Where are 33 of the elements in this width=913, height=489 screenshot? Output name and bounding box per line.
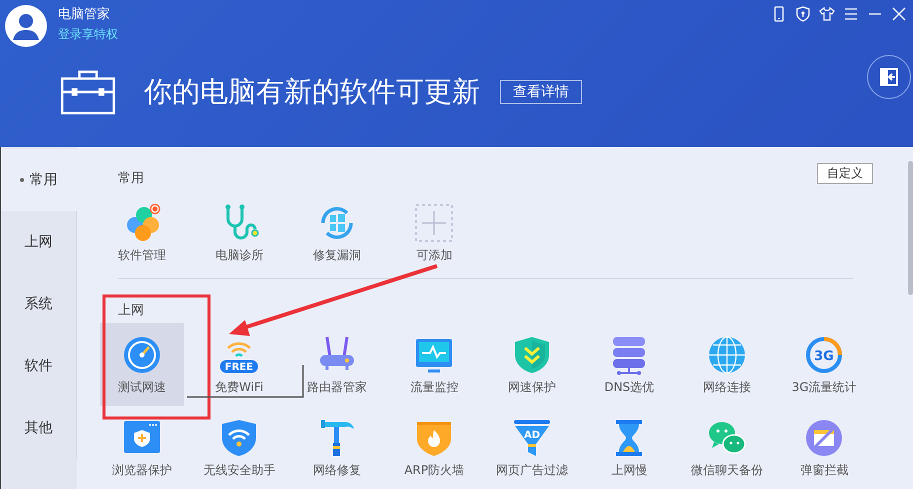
sidebar-item[interactable]: 软件 [1,335,77,397]
tool-tile[interactable]: 网络连接 [684,323,769,406]
tool-tile[interactable]: 流量监控 [392,323,476,406]
tool-tile[interactable]: 微信聊天备份 [684,406,769,489]
tool-tile[interactable]: 无线安全助手 [197,406,282,489]
tool-tile[interactable]: 修复漏洞 [294,191,379,274]
tool-tile[interactable]: 测试网速 [100,323,184,406]
section-title: 上网 [118,302,144,319]
tool-tile[interactable]: AD 网页广告过滤 [490,406,574,489]
tool-tile[interactable]: 浏览器保护 [100,406,184,489]
details-button[interactable]: 查看详情 [500,80,582,104]
tool-tile[interactable]: 软件管理 [100,191,184,274]
tool-tile[interactable]: FREE 免费WiFi [197,323,282,406]
tool-tile[interactable]: 电脑诊所 [197,191,282,274]
tool-tile[interactable]: ARP防火墙 [392,406,476,489]
tool-tile[interactable]: 网速保护 [490,323,574,406]
update-message: 你的电脑有新的软件可更新 [144,75,480,109]
tool-tile[interactable]: 可添加 [392,191,476,274]
customize-button[interactable]: 自定义 [817,162,873,184]
login-link[interactable]: 登录享特权 [58,27,118,42]
sidebar-item[interactable]: 上网 [1,211,77,273]
tool-tile[interactable]: 网络修复 [294,406,379,489]
tool-tile[interactable]: 弹窗拦截 [782,406,866,489]
tool-tile[interactable]: 3G 3G流量统计 [782,323,866,406]
tool-tile[interactable]: DNS选优 [587,323,672,406]
sidebar-item[interactable]: 系统 [1,273,77,335]
ring-icon: 3G [804,335,844,375]
section-title: 常用 [118,170,144,187]
tool-tile[interactable]: 上网慢 [587,406,672,489]
tool-tile[interactable]: 路由器管家 [294,323,379,406]
sidebar-item[interactable]: 常用 [1,149,77,211]
app-title: 电脑管家 [58,7,111,23]
sidebar-item[interactable]: 其他 [1,397,77,459]
